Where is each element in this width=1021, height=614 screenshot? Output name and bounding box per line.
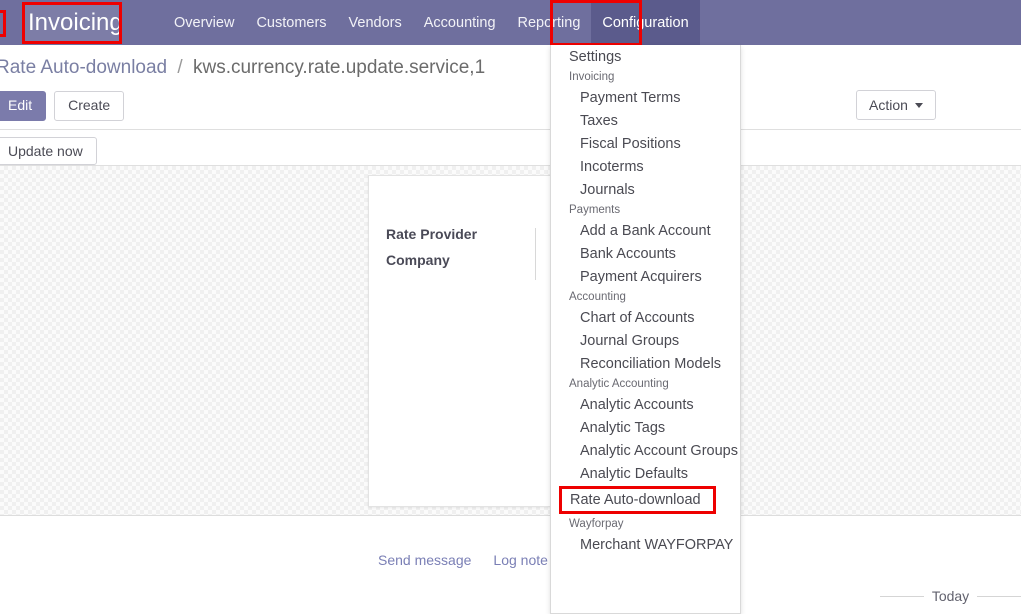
menu-section-accounting: Accounting — [569, 291, 626, 303]
menu-item-journal-groups[interactable]: Journal Groups — [551, 329, 740, 352]
left-edge-highlight-box — [0, 10, 6, 37]
menu-section-payments: Payments — [569, 204, 621, 216]
nav-item-accounting[interactable]: Accounting — [413, 0, 507, 45]
today-divider-right — [977, 595, 1021, 597]
top-navbar: Invoicing Overview Customers Vendors Acc… — [0, 0, 1021, 45]
today-label: Today — [931, 588, 970, 604]
action-button[interactable]: Action — [856, 90, 936, 120]
menu-section-analytic-accounting: Analytic Accounting — [569, 378, 669, 390]
action-button-label: Action — [869, 97, 908, 113]
field-input-divider — [535, 228, 536, 280]
menu-item-incoterms[interactable]: Incoterms — [551, 155, 740, 178]
menu-item-reconciliation-models[interactable]: Reconciliation Models — [551, 352, 740, 375]
menu-item-payment-acquirers[interactable]: Payment Acquirers — [551, 265, 740, 288]
app-root: Invoicing Overview Customers Vendors Acc… — [0, 0, 1021, 614]
nav-item-reporting-label: Reporting — [517, 14, 581, 31]
menu-item-add-a-bank-account[interactable]: Add a Bank Account — [551, 219, 740, 242]
breadcrumb-previous[interactable]: Rate Auto-download — [0, 57, 167, 78]
menu-item-taxes[interactable]: Taxes — [551, 109, 740, 132]
nav-item-customers[interactable]: Customers — [245, 0, 337, 45]
update-now-button[interactable]: Update now — [0, 137, 97, 165]
menu-section-invoicing: Invoicing — [569, 71, 615, 83]
nav-item-customers-label: Customers — [256, 14, 327, 31]
today-divider-left — [880, 595, 924, 597]
navbar-menu: Overview Customers Vendors Accounting Re… — [163, 0, 700, 45]
form-sheet: Rate Provider Company — [368, 175, 560, 507]
chatter-button-group: Send message Log note — [378, 552, 548, 568]
menu-item-rate-auto-download[interactable]: Rate Auto-download — [559, 486, 716, 514]
send-message-button[interactable]: Send message — [378, 552, 471, 568]
breadcrumb-current: kws.currency.rate.update.service,1 — [192, 57, 486, 78]
menu-item-fiscal-positions[interactable]: Fiscal Positions — [551, 132, 740, 155]
chevron-down-icon — [914, 102, 923, 108]
nav-item-overview[interactable]: Overview — [163, 0, 245, 45]
rate-provider-label: Rate Provider — [386, 226, 478, 242]
create-button[interactable]: Create — [54, 91, 125, 121]
form-field-group: Rate Provider Company — [386, 221, 477, 273]
nav-item-configuration-label: Configuration — [602, 14, 689, 31]
menu-item-analytic-defaults[interactable]: Analytic Defaults — [551, 462, 740, 485]
menu-item-journals[interactable]: Journals — [551, 178, 740, 201]
form-background: Rate Provider Company — [0, 166, 1021, 515]
menu-item-bank-accounts[interactable]: Bank Accounts — [551, 242, 740, 265]
breadcrumb-separator: / — [177, 57, 183, 78]
nav-item-accounting-label: Accounting — [423, 14, 496, 31]
menu-item-settings[interactable]: Settings — [551, 45, 740, 68]
today-separator: Today — [880, 588, 1021, 604]
menu-section-wayforpay: Wayforpay — [569, 518, 624, 530]
form-row-rate-provider: Rate Provider — [386, 221, 477, 247]
breadcrumb: Rate Auto-download / kws.currency.rate.u… — [0, 57, 485, 79]
company-label: Company — [386, 252, 450, 268]
form-row-company: Company — [386, 247, 477, 273]
configuration-dropdown-menu: Settings Invoicing Payment Terms Taxes Fisca… — [550, 45, 741, 614]
nav-item-overview-label: Overview — [174, 14, 235, 31]
nav-item-configuration[interactable]: Configuration — [591, 0, 700, 45]
nav-item-reporting[interactable]: Reporting — [507, 0, 592, 45]
status-button-bar: Update now — [0, 131, 1021, 166]
menu-item-chart-of-accounts[interactable]: Chart of Accounts — [551, 306, 740, 329]
brand-label: Invoicing — [28, 8, 123, 36]
edit-button[interactable]: Edit — [0, 91, 47, 121]
menu-item-payment-terms[interactable]: Payment Terms — [551, 86, 740, 109]
brand-home-button[interactable]: Invoicing — [20, 0, 131, 45]
nav-item-vendors-label: Vendors — [348, 14, 402, 31]
chatter-panel: Send message Log note — [0, 515, 1021, 614]
log-note-button[interactable]: Log note — [493, 552, 548, 568]
nav-item-vendors[interactable]: Vendors — [338, 0, 413, 45]
menu-item-merchant-wayforpay[interactable]: Merchant WAYFORPAY — [551, 533, 740, 556]
menu-item-analytic-accounts[interactable]: Analytic Accounts — [551, 393, 740, 416]
menu-item-analytic-account-groups[interactable]: Analytic Account Groups — [551, 439, 740, 462]
menu-item-analytic-tags[interactable]: Analytic Tags — [551, 416, 740, 439]
record-button-group: Edit Create — [0, 91, 125, 121]
menu-item-rate-auto-download-wrapper: Rate Auto-download — [551, 485, 740, 515]
